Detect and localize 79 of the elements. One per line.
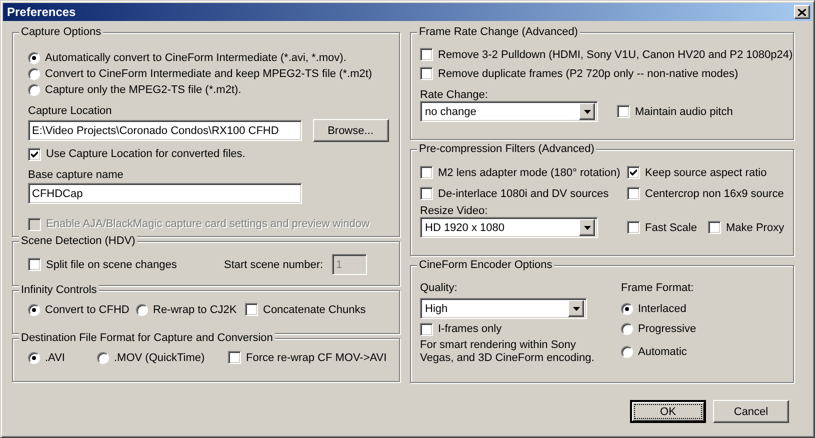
- checkbox[interactable]: [627, 187, 640, 200]
- button[interactable]: Browse...: [312, 119, 388, 142]
- checkbox-label[interactable]: Concatenate Chunks: [263, 304, 366, 316]
- group-title: Frame Rate Change (Advanced): [417, 26, 580, 39]
- text-field[interactable]: E:\Video Projects\Coronado Condos\RX100 CFHD: [28, 120, 302, 141]
- close-button[interactable]: [794, 5, 810, 19]
- caret-icon: [584, 110, 590, 114]
- checkbox[interactable]: [627, 166, 640, 179]
- caret-icon: [584, 226, 590, 230]
- checkbox-label[interactable]: Use Capture Location for converted files.: [46, 148, 246, 160]
- check-icon: [630, 169, 637, 176]
- checkbox-label[interactable]: M2 lens adapter mode (180° rotation): [438, 166, 620, 178]
- checkbox[interactable]: [245, 303, 258, 316]
- radio-button[interactable]: [28, 304, 40, 316]
- field-label: Quality:: [420, 282, 458, 294]
- radio-label[interactable]: Automatic: [638, 346, 687, 358]
- checkbox[interactable]: [420, 67, 433, 80]
- field-label: Start scene number:: [224, 258, 324, 270]
- checkbox-label[interactable]: Make Proxy: [726, 222, 784, 234]
- radio-button[interactable]: [28, 84, 40, 96]
- radio-button[interactable]: [136, 304, 148, 316]
- button[interactable]: OK: [630, 400, 706, 423]
- window-title: Preferences: [7, 5, 76, 19]
- checkbox-label[interactable]: Force re-wrap CF MOV->AVI: [246, 352, 387, 364]
- field-label: Frame Format:: [621, 282, 694, 294]
- checkbox-label[interactable]: Keep source aspect ratio: [645, 166, 767, 178]
- checkbox-label[interactable]: I-frames only: [438, 323, 502, 335]
- checkbox-label[interactable]: Split file on scene changes: [46, 258, 177, 270]
- radio-label[interactable]: .MOV (QuickTime): [114, 352, 205, 364]
- checkbox-label[interactable]: Remove 3-2 Pulldown (HDMI, Sony V1U, Canon HV20 and P2 1080p24): [438, 48, 793, 60]
- radio-label[interactable]: Interlaced: [638, 302, 686, 314]
- dropdown[interactable]: no change: [420, 101, 598, 122]
- close-icon: [798, 8, 806, 16]
- button[interactable]: Cancel: [713, 400, 789, 423]
- group-title: CineForm Encoder Options: [417, 259, 554, 272]
- radio-label[interactable]: .AVI: [45, 352, 65, 364]
- radio-label[interactable]: Convert to CFHD: [45, 304, 130, 316]
- caret-icon: [572, 306, 580, 310]
- field-label: Rate Change:: [420, 89, 488, 101]
- group-title: Destination File Format for Capture and Conversion: [19, 332, 275, 345]
- radio-button[interactable]: [621, 302, 633, 314]
- radio-button[interactable]: [621, 346, 633, 358]
- checkbox[interactable]: [627, 221, 640, 234]
- help-text: For smart rendering within Sony Vegas, and 3D CineForm encoding.: [420, 339, 596, 365]
- radio-button[interactable]: [28, 68, 40, 80]
- checkbox[interactable]: [617, 105, 630, 118]
- radio-label[interactable]: Convert to CineForm Intermediate and keep MPEG2-TS file (*.m2t): [45, 68, 372, 80]
- checkbox[interactable]: [420, 48, 433, 61]
- checkbox[interactable]: [708, 221, 721, 234]
- checkbox[interactable]: [28, 258, 41, 271]
- radio-label[interactable]: Progressive: [638, 323, 696, 335]
- group-title: Scene Detection (HDV): [19, 235, 138, 248]
- checkbox-label[interactable]: Maintain audio pitch: [635, 106, 733, 118]
- checkbox-label[interactable]: Remove duplicate frames (P2 720p only -- non-native modes): [438, 68, 738, 80]
- group-title: Pre-compression Filters (Advanced): [417, 143, 596, 156]
- radio-label[interactable]: Automatically convert to CineForm Intermediate (*.avi, *.mov).: [45, 52, 346, 64]
- dropdown[interactable]: High: [420, 298, 587, 319]
- group-title: Capture Options: [19, 26, 104, 39]
- checkbox[interactable]: [28, 148, 41, 161]
- dropdown[interactable]: HD 1920 x 1080: [420, 217, 598, 238]
- radio-button[interactable]: [97, 352, 109, 364]
- field-label: Resize Video:: [420, 205, 488, 217]
- checkbox-label[interactable]: Centercrop non 16x9 source: [645, 188, 784, 200]
- checkbox-label[interactable]: De-interlace 1080i and DV sources: [438, 188, 609, 200]
- checkbox-label[interactable]: Fast Scale: [645, 222, 697, 234]
- checkbox[interactable]: [420, 187, 433, 200]
- radio-button[interactable]: [28, 352, 40, 364]
- radio-label[interactable]: Re-wrap to CJ2K: [153, 304, 237, 316]
- text-field[interactable]: CFHDCap: [28, 183, 302, 204]
- radio-button[interactable]: [621, 323, 633, 335]
- checkbox[interactable]: [420, 166, 433, 179]
- group-title: Infinity Controls: [19, 284, 99, 297]
- checkbox[interactable]: [420, 322, 433, 336]
- radio-label[interactable]: Capture only the MPEG2-TS file (*.m2t).: [45, 84, 242, 96]
- checkbox[interactable]: [228, 351, 241, 364]
- field-label: Capture Location: [28, 105, 112, 117]
- radio-button[interactable]: [28, 52, 40, 64]
- field-label: Base capture name: [28, 169, 124, 182]
- check-icon: [31, 150, 38, 158]
